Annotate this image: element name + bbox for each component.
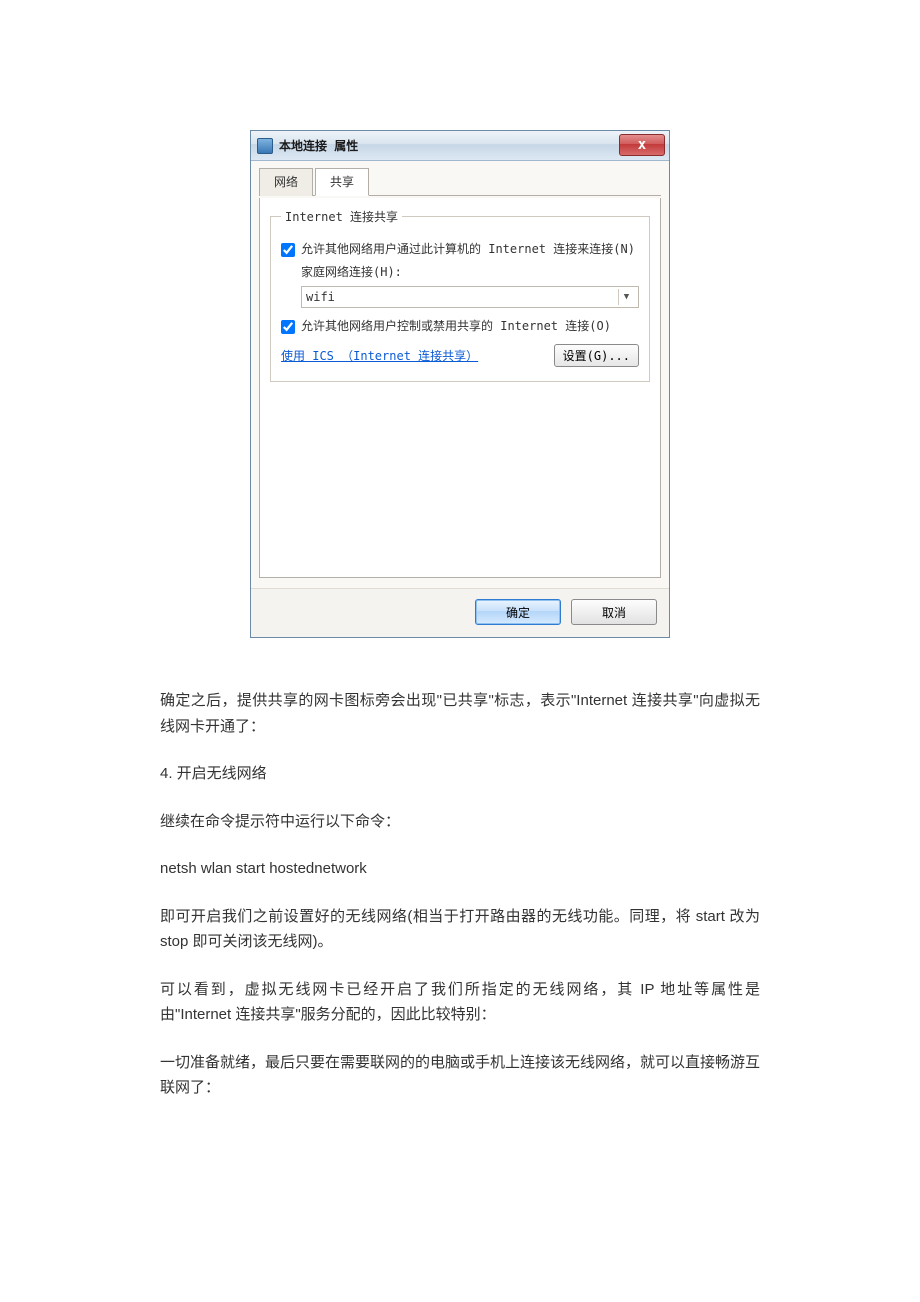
ics-help-link[interactable]: 使用 ICS （Internet 连接共享） — [281, 347, 478, 364]
settings-button[interactable]: 设置(G)... — [554, 344, 639, 367]
home-network-combo[interactable]: wifi ▼ — [301, 286, 639, 308]
properties-dialog: 本地连接 属性 x 网络 共享 Internet 连接共享 允许其他网络用户通过… — [250, 130, 670, 638]
allow-control-label: 允许其他网络用户控制或禁用共享的 Internet 连接(O) — [301, 318, 611, 334]
allow-share-label: 允许其他网络用户通过此计算机的 Internet 连接来连接(N) — [301, 241, 635, 257]
close-button[interactable]: x — [619, 134, 665, 156]
ok-button[interactable]: 确定 — [475, 599, 561, 625]
window-icon — [257, 138, 273, 154]
combo-value: wifi — [306, 290, 335, 304]
close-icon: x — [638, 137, 646, 153]
paragraph: netsh wlan start hostednetwork — [160, 856, 760, 882]
titlebar: 本地连接 属性 x — [251, 131, 669, 161]
window-title: 本地连接 属性 — [279, 137, 358, 154]
paragraph: 4. 开启无线网络 — [160, 761, 760, 787]
article-body: 确定之后，提供共享的网卡图标旁会出现"已共享"标志，表示"Internet 连接… — [160, 688, 760, 1101]
paragraph: 可以看到，虚拟无线网卡已经开启了我们所指定的无线网络，其 IP 地址等属性是由"… — [160, 977, 760, 1028]
group-legend: Internet 连接共享 — [281, 208, 402, 225]
cancel-button[interactable]: 取消 — [571, 599, 657, 625]
ics-group: Internet 连接共享 允许其他网络用户通过此计算机的 Internet 连… — [270, 208, 650, 382]
home-network-label: 家庭网络连接(H): — [281, 263, 639, 280]
allow-share-checkbox[interactable] — [281, 243, 295, 257]
paragraph: 即可开启我们之前设置好的无线网络(相当于打开路由器的无线功能。同理，将 star… — [160, 904, 760, 955]
tab-strip: 网络 共享 — [259, 167, 661, 196]
paragraph: 确定之后，提供共享的网卡图标旁会出现"已共享"标志，表示"Internet 连接… — [160, 688, 760, 739]
allow-control-checkbox[interactable] — [281, 320, 295, 334]
tab-panel-share: Internet 连接共享 允许其他网络用户通过此计算机的 Internet 连… — [259, 198, 661, 578]
paragraph: 一切准备就绪，最后只要在需要联网的的电脑或手机上连接该无线网络，就可以直接畅游互… — [160, 1050, 760, 1101]
client-area: 网络 共享 Internet 连接共享 允许其他网络用户通过此计算机的 Inte… — [251, 161, 669, 588]
chevron-down-icon: ▼ — [618, 289, 634, 305]
dialog-button-row: 确定 取消 — [251, 588, 669, 637]
tab-share[interactable]: 共享 — [315, 168, 369, 196]
paragraph: 继续在命令提示符中运行以下命令： — [160, 809, 760, 835]
tab-network[interactable]: 网络 — [259, 168, 313, 196]
